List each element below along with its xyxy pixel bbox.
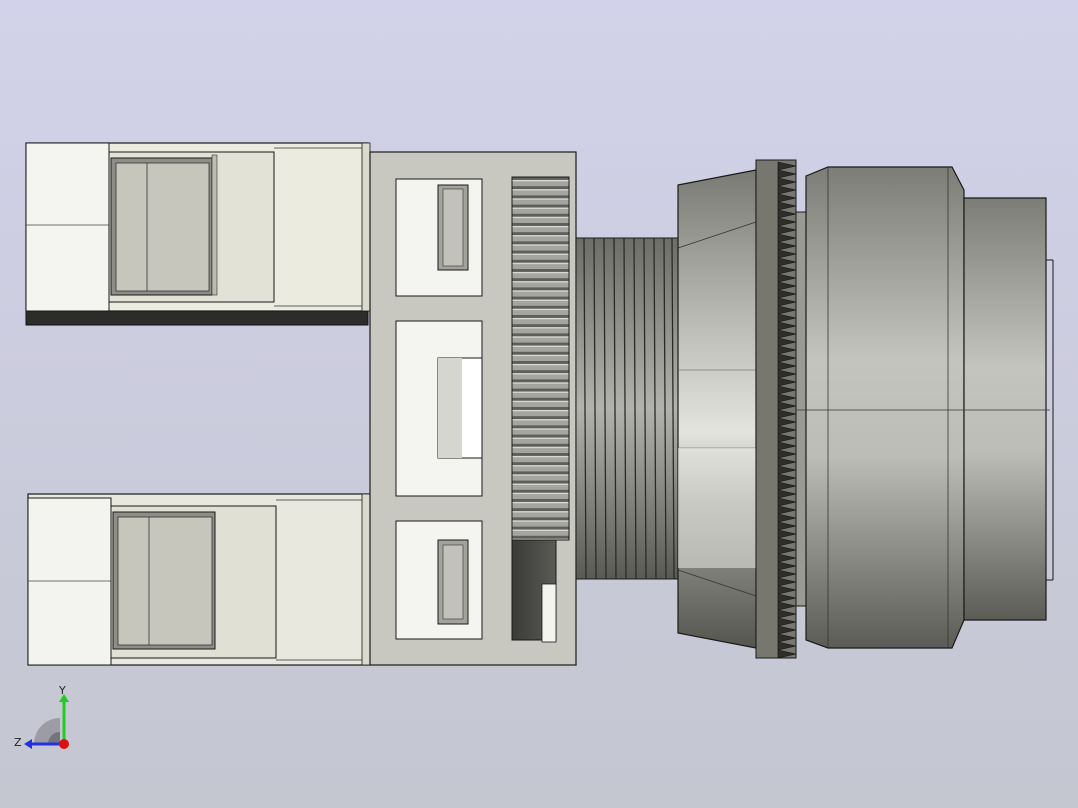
lower-terminal-block[interactable] <box>27 493 371 666</box>
z-axis-arrowhead <box>24 739 32 749</box>
serrated-ring[interactable] <box>755 159 797 659</box>
axis-triad: Y Z <box>14 686 69 749</box>
mounting-nut[interactable] <box>677 169 757 649</box>
upper-terminal-block[interactable] <box>25 142 371 326</box>
z-axis-label: Z <box>14 736 22 749</box>
push-button-switch-model[interactable] <box>0 0 1078 808</box>
y-axis-label: Y <box>58 686 66 697</box>
x-axis-dot <box>59 739 69 749</box>
cad-viewport[interactable]: Y Z <box>0 0 1078 808</box>
push-cap[interactable] <box>795 166 1054 649</box>
threaded-barrel[interactable] <box>575 237 681 580</box>
switch-housing[interactable] <box>369 151 577 666</box>
